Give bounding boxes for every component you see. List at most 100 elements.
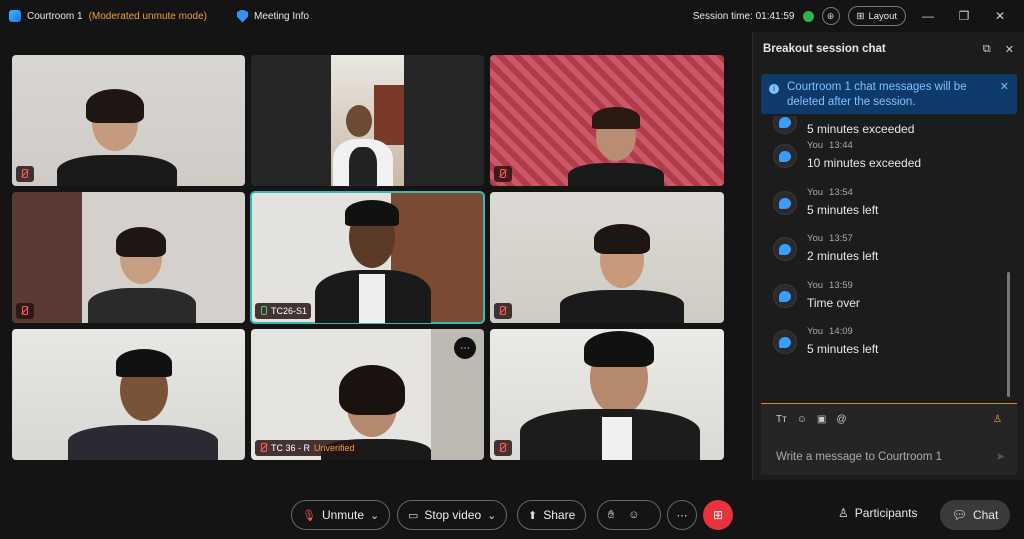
mic-active-icon xyxy=(259,306,267,316)
share-button[interactable]: ⬆ Share xyxy=(517,500,587,530)
participant-badge: TC 36 - R Unverified xyxy=(255,440,359,456)
message-time: 13:44 xyxy=(829,140,853,151)
message-avatar-icon xyxy=(773,284,797,308)
shield-icon xyxy=(236,9,248,23)
message-text: 5 minutes exceeded xyxy=(807,122,915,136)
participant-name: TC 36 - R xyxy=(271,443,311,453)
minimize-icon[interactable]: — xyxy=(914,9,942,23)
chat-message-list[interactable]: 5 minutes exceeded You 13:44 10 minutes e… xyxy=(753,116,1024,402)
restore-icon[interactable]: ❐ xyxy=(950,9,978,23)
video-tile[interactable] xyxy=(490,329,724,460)
chat-compose-area: Tт ☺ ▣ @ ♙ Write a message to Courtroom … xyxy=(761,403,1017,475)
chat-message: You 13:59 Time over xyxy=(773,280,993,310)
camera-icon: ▭ xyxy=(408,509,419,522)
video-tile[interactable] xyxy=(490,55,724,186)
mic-muted-icon xyxy=(20,306,28,316)
more-dots-icon: ⋯ xyxy=(676,509,688,522)
gif-icon[interactable]: ▣ xyxy=(817,414,826,425)
send-icon[interactable]: ➤ xyxy=(996,450,1005,463)
video-tile[interactable] xyxy=(12,192,245,323)
chat-deletion-notice: i Courtroom 1 chat messages will be dele… xyxy=(761,74,1017,114)
participant-badge xyxy=(16,303,34,319)
stop-video-label: Stop video xyxy=(424,508,482,522)
message-text: 2 minutes left xyxy=(807,249,879,263)
chat-bubble-icon: 💬︎ xyxy=(951,508,967,522)
message-sender: You xyxy=(807,233,824,244)
unmute-label: Unmute xyxy=(321,508,364,522)
message-sender: You xyxy=(807,326,824,337)
participants-label: Participants xyxy=(854,506,918,520)
chat-message-input[interactable]: Write a message to Courtroom 1 xyxy=(776,451,942,463)
zoom-icon[interactable]: ⊕ xyxy=(821,7,840,25)
mic-muted-icon xyxy=(20,169,28,179)
participants-icon: ♙ xyxy=(838,506,849,520)
participant-badge xyxy=(16,166,34,182)
message-meta: You 13:54 xyxy=(807,187,878,198)
video-tile[interactable] xyxy=(251,55,484,186)
mic-muted-icon xyxy=(259,443,267,453)
more-options-button[interactable]: ⋯ xyxy=(454,337,476,359)
participant-badge xyxy=(494,303,512,319)
video-tile[interactable] xyxy=(12,329,245,460)
message-meta: You 13:44 xyxy=(807,140,921,151)
notice-text: Courtroom 1 chat messages will be delete… xyxy=(787,81,967,108)
room-name: Courtroom 1 xyxy=(27,10,83,22)
mic-muted-icon xyxy=(498,169,506,179)
raise-hand-icon[interactable]: ✋︎ xyxy=(608,509,614,522)
chat-panel-title: Breakout session chat xyxy=(763,43,886,55)
stop-video-button[interactable]: ▭ Stop video ⌄ xyxy=(397,500,508,530)
chat-message: You 13:54 5 minutes left xyxy=(773,187,993,217)
participant-badge: TC26-S1 xyxy=(255,303,312,319)
security-status-icon[interactable] xyxy=(802,10,814,22)
compose-toolbar: Tт ☺ ▣ @ ♙ xyxy=(761,404,1017,425)
recipient-person-icon[interactable]: ♙ xyxy=(993,414,1002,425)
chat-scrollbar[interactable] xyxy=(1007,272,1010,397)
message-sender: You xyxy=(807,187,824,198)
chevron-down-icon[interactable]: ⌄ xyxy=(370,509,379,522)
message-meta: You 13:57 xyxy=(807,233,878,244)
message-meta xyxy=(807,116,914,117)
pop-out-icon[interactable]: ⧉ xyxy=(983,43,991,56)
chat-message: 5 minutes exceeded xyxy=(773,116,993,136)
video-tile[interactable] xyxy=(490,192,724,323)
message-avatar-icon xyxy=(773,237,797,261)
dismiss-notice-icon[interactable]: ✕ xyxy=(1000,80,1009,95)
chat-message: You 13:57 2 minutes left xyxy=(773,233,993,263)
video-tile[interactable] xyxy=(12,55,245,186)
share-label: Share xyxy=(543,508,576,522)
meeting-mode: (Moderated unmute mode) xyxy=(88,10,207,22)
unverified-badge: Unverified xyxy=(314,443,355,453)
message-meta: You 13:59 xyxy=(807,280,860,291)
session-time: Session time: 01:41:59 xyxy=(692,10,795,22)
video-tile[interactable]: ⋯ TC 36 - R Unverified xyxy=(251,329,484,460)
mic-muted-icon xyxy=(498,306,506,316)
meeting-info-button[interactable]: Meeting Info xyxy=(236,9,309,23)
close-window-icon[interactable]: ✕ xyxy=(986,9,1014,23)
share-screen-icon: ⬆ xyxy=(528,509,538,522)
participants-button[interactable]: ♙ Participants xyxy=(838,506,917,520)
emoji-icon[interactable]: ☺ xyxy=(797,414,807,425)
mention-icon[interactable]: @ xyxy=(836,414,846,425)
chat-button[interactable]: 💬︎ Chat xyxy=(940,500,1010,530)
unmute-button[interactable]: 🎙︎ Unmute ⌄ xyxy=(291,500,391,530)
text-format-icon[interactable]: Tт xyxy=(776,414,787,425)
mic-muted-icon xyxy=(498,443,506,453)
message-time: 13:57 xyxy=(829,233,853,244)
close-panel-icon[interactable]: ✕ xyxy=(1005,43,1014,56)
chat-panel: Breakout session chat ⧉ ✕ i Courtroom 1 … xyxy=(752,32,1024,480)
video-tile-active-speaker[interactable]: TC26-S1 xyxy=(250,191,485,324)
message-time: 13:59 xyxy=(829,280,853,291)
layout-grid-icon: ⊞ xyxy=(856,10,865,22)
message-meta: You 14:09 xyxy=(807,326,878,337)
more-options-button[interactable]: ⋯ xyxy=(667,500,697,530)
message-sender: You xyxy=(807,140,824,151)
message-time: 14:09 xyxy=(829,326,853,337)
reactions-icon[interactable]: ☺ xyxy=(628,509,639,521)
layout-label: Layout xyxy=(868,10,897,22)
chevron-down-icon[interactable]: ⌄ xyxy=(487,509,496,522)
apps-button[interactable]: ⊞ xyxy=(703,500,733,530)
video-grid: TC26-S1 ⋯ TC 36 - R Unverified xyxy=(12,55,724,460)
layout-button[interactable]: ⊞ Layout xyxy=(847,6,906,26)
message-text: 5 minutes left xyxy=(807,203,879,217)
message-avatar-icon xyxy=(773,191,797,215)
